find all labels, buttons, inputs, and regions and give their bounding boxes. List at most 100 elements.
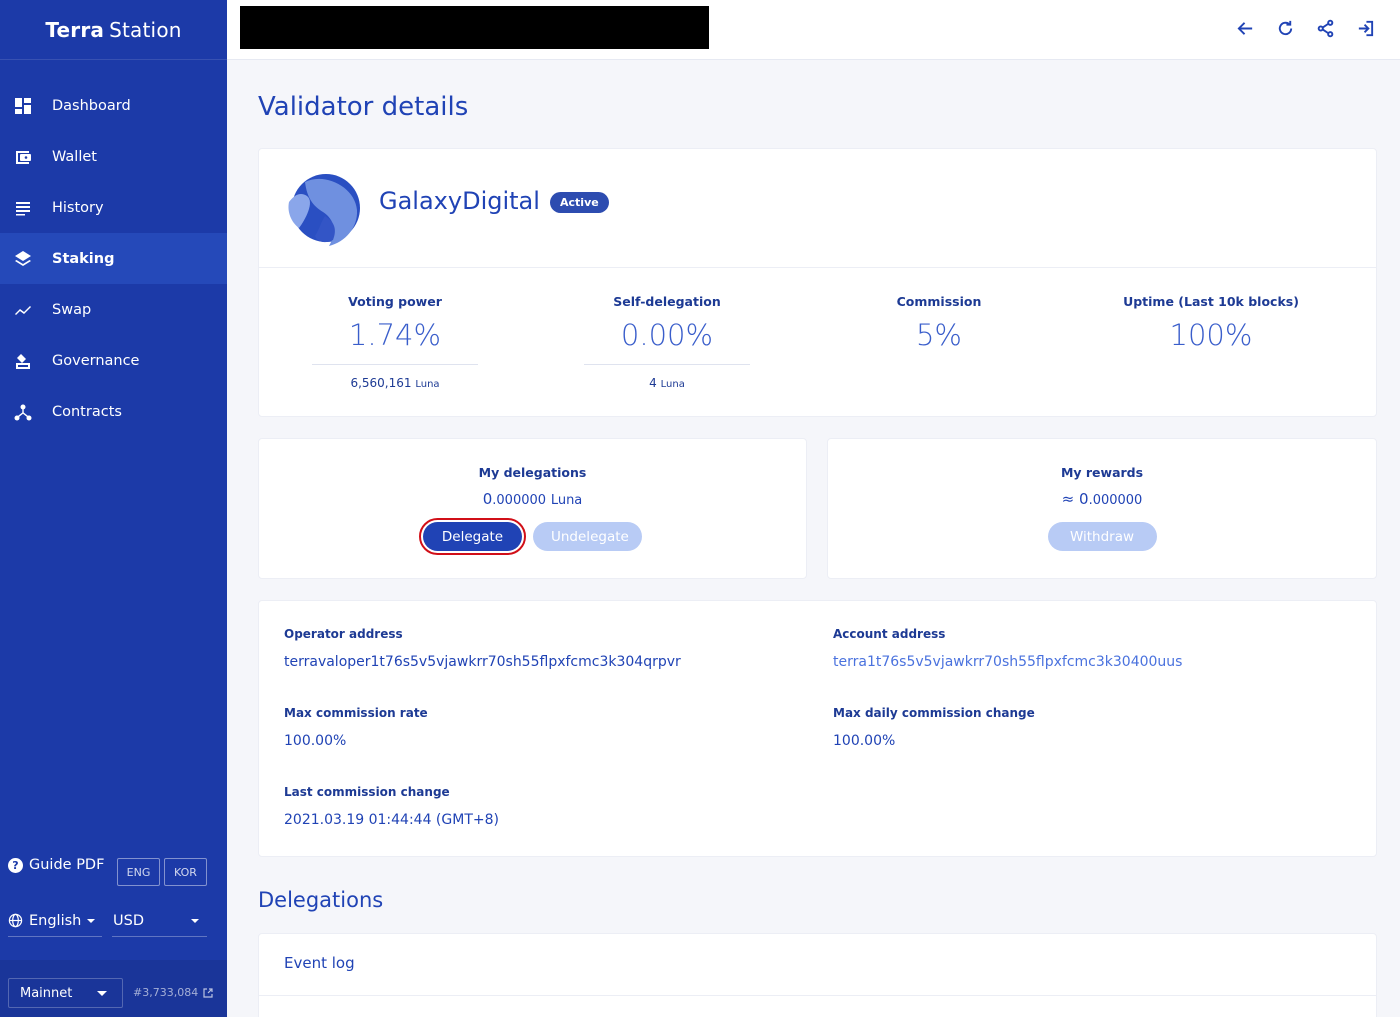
reward-actions: Withdraw	[828, 522, 1376, 551]
logout-icon[interactable]	[1354, 17, 1376, 39]
back-arrow-icon[interactable]	[1234, 17, 1256, 39]
sidebar-item-wallet[interactable]: Wallet	[0, 131, 227, 182]
sidebar-item-label: Wallet	[52, 148, 97, 165]
approx-symbol: ≈	[1061, 490, 1075, 508]
info-label: Max commission rate	[284, 706, 428, 720]
globe-icon	[8, 913, 23, 928]
network-select[interactable]: Mainnet	[8, 978, 123, 1008]
status-badge: Active	[550, 192, 609, 213]
language-value: English	[29, 912, 82, 929]
validator-name: GalaxyDigital	[379, 187, 540, 215]
info-label: Operator address	[284, 627, 403, 641]
stat-sub-value: 4	[649, 376, 657, 390]
brand-light: Station	[109, 17, 182, 42]
page-title: Validator details	[258, 92, 469, 122]
last-commission-change-value: 2021.03.19 01:44:44 (GMT+8)	[284, 812, 499, 828]
validator-header: GalaxyDigital Active	[259, 149, 1376, 268]
top-bar	[227, 0, 1400, 60]
stat-label: Voting power	[348, 294, 442, 309]
sidebar-item-label: Contracts	[52, 403, 122, 420]
stat-self-delegation: Self-delegation 0.00% 4 Luna	[531, 294, 803, 390]
sidebar-item-label: Governance	[52, 352, 140, 369]
guide-pdf-link[interactable]: ? Guide PDF	[8, 857, 104, 873]
dashboard-icon	[13, 96, 33, 116]
share-icon[interactable]	[1314, 17, 1336, 39]
swap-icon	[13, 300, 33, 320]
delegation-unit: Luna	[550, 493, 583, 508]
stat-value: 5%	[915, 318, 962, 352]
my-delegations-card: My delegations 0.000000 Luna Delegate Un…	[258, 438, 807, 579]
network-value: Mainnet	[20, 985, 73, 1001]
block-height-link[interactable]: #3,733,084	[133, 986, 213, 999]
delegation-actions: Delegate Undelegate	[259, 518, 806, 555]
staking-icon	[13, 249, 33, 269]
validator-info-card: Operator address terravaloper1t76s5v5vja…	[258, 600, 1377, 857]
info-label: Max daily commission change	[833, 706, 1035, 720]
sidebar-nav: Dashboard Wallet History Staking Swap Go…	[0, 80, 227, 437]
operator-address-value: terravaloper1t76s5v5vjawkrr70sh55flpxfcm…	[284, 654, 681, 670]
validator-stats: Voting power 1.74% 6,560,161 Luna Self-d…	[259, 294, 1378, 390]
last-commission-change: Last commission change 2021.03.19 01:44:…	[284, 785, 499, 828]
brand-bold: Terra	[45, 17, 105, 42]
my-rewards-label: My rewards	[1060, 465, 1144, 480]
stat-voting-power: Voting power 1.74% 6,560,161 Luna	[259, 294, 531, 390]
my-delegations-value: 0.000000 Luna	[259, 490, 806, 508]
sidebar: Terra Station Dashboard Wallet History S…	[0, 0, 227, 1017]
delegation-int: 0	[482, 490, 493, 508]
event-log-title: Event log	[259, 934, 1376, 996]
language-select[interactable]: English	[8, 905, 102, 937]
sidebar-item-label: Staking	[52, 250, 115, 267]
delegations-section-title: Delegations	[258, 888, 384, 912]
stat-sub-unit: Luna	[660, 379, 685, 390]
sidebar-item-swap[interactable]: Swap	[0, 284, 227, 335]
undelegate-button[interactable]: Undelegate	[533, 522, 642, 551]
sidebar-item-contracts[interactable]: Contracts	[0, 386, 227, 437]
sidebar-item-label: Swap	[52, 301, 92, 318]
stat-value: 1.74%	[348, 318, 442, 352]
stat-label: Uptime (Last 10k blocks)	[1123, 294, 1299, 309]
stat-label: Self-delegation	[613, 294, 721, 309]
stat-sub-value: 6,560,161	[350, 376, 412, 390]
reward-frac: .000000	[1088, 493, 1143, 508]
guide-eng-button[interactable]: ENG	[117, 858, 160, 886]
sidebar-item-label: Dashboard	[52, 97, 131, 114]
currency-select[interactable]: USD	[112, 905, 207, 937]
validator-profile-card: GalaxyDigital Active Voting power 1.74% …	[258, 148, 1377, 417]
reward-int: 0	[1079, 490, 1089, 508]
chevron-down-icon	[191, 918, 199, 923]
brand-logo[interactable]: Terra Station	[0, 0, 227, 60]
max-daily-commission-change-value: 100.00%	[833, 733, 896, 749]
sidebar-item-dashboard[interactable]: Dashboard	[0, 80, 227, 131]
account-address: Account address terra1t76s5v5vjawkrr70sh…	[833, 627, 1182, 670]
contracts-icon	[13, 402, 33, 422]
account-address-link[interactable]: terra1t76s5v5vjawkrr70sh55flpxfcmc3k3040…	[833, 654, 1182, 670]
stat-sub: 6,560,161 Luna	[312, 364, 478, 390]
delegation-frac: .000000	[492, 493, 547, 508]
delegate-button[interactable]: Delegate	[419, 518, 526, 555]
guide-kor-button[interactable]: KOR	[164, 858, 207, 886]
help-icon: ?	[8, 857, 23, 873]
sidebar-item-governance[interactable]: Governance	[0, 335, 227, 386]
withdraw-button[interactable]: Withdraw	[1047, 522, 1157, 551]
stat-sub: 4 Luna	[584, 364, 750, 390]
stat-value: 100%	[1169, 318, 1253, 352]
my-rewards-value: ≈ 0.000000	[828, 490, 1376, 508]
wallet-icon	[13, 147, 33, 167]
event-log-card: Event log	[258, 933, 1377, 1017]
stat-sub-unit: Luna	[415, 379, 440, 390]
validator-avatar	[285, 172, 361, 248]
refresh-icon[interactable]	[1274, 17, 1296, 39]
sidebar-item-label: History	[52, 199, 104, 216]
block-height: #3,733,084	[133, 986, 199, 999]
history-icon	[13, 198, 33, 218]
currency-value: USD	[113, 912, 144, 929]
operator-address: Operator address terravaloper1t76s5v5vja…	[284, 627, 681, 670]
stat-commission: Commission 5%	[803, 294, 1075, 390]
chevron-down-icon	[97, 990, 107, 996]
sidebar-item-staking[interactable]: Staking	[0, 233, 227, 284]
my-rewards-card: My rewards ≈ 0.000000 Withdraw	[827, 438, 1377, 579]
stat-uptime: Uptime (Last 10k blocks) 100%	[1075, 294, 1347, 390]
stat-value: 0.00%	[620, 318, 714, 352]
my-delegations-label: My delegations	[478, 465, 587, 480]
sidebar-item-history[interactable]: History	[0, 182, 227, 233]
